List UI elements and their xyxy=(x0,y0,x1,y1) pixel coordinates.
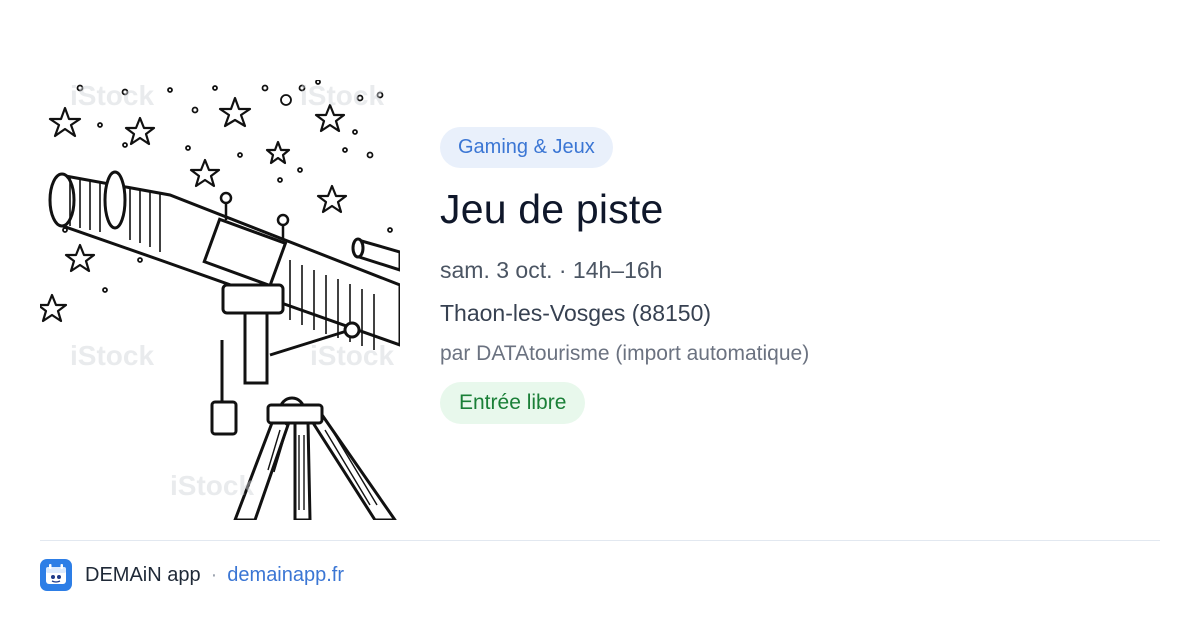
price-badge: Entrée libre xyxy=(440,382,586,424)
footer: DEMAiN app · demainapp.fr xyxy=(40,558,344,592)
svg-text:iStock: iStock xyxy=(70,340,154,371)
event-datetime: sam. 3 oct. · 14h–16h xyxy=(440,257,663,283)
svg-text:iStock: iStock xyxy=(70,80,154,111)
svg-text:iStock: iStock xyxy=(310,340,394,371)
event-image: iStock iStock iStock iStock iStock xyxy=(40,80,400,520)
footer-divider xyxy=(40,540,1160,541)
app-name: DEMAiN app xyxy=(85,563,201,586)
event-location: Thaon-les-Vosges (88150) xyxy=(440,300,712,326)
event-card[interactable]: iStock iStock iStock iStock iStock Gamin… xyxy=(40,80,1160,520)
app-link[interactable]: demainapp.fr xyxy=(227,564,344,587)
event-organizer: par DATAtourisme (import automatique) xyxy=(440,342,810,365)
event-title: Jeu de piste xyxy=(440,186,664,232)
telescope-illustration-icon: iStock iStock iStock iStock iStock xyxy=(40,80,400,520)
svg-text:iStock: iStock xyxy=(170,470,254,501)
footer-separator: · xyxy=(210,563,218,586)
svg-text:iStock: iStock xyxy=(300,80,384,111)
category-badge[interactable]: Gaming & Jeux xyxy=(440,127,613,168)
demain-app-icon[interactable] xyxy=(40,559,72,591)
event-info: Gaming & Jeux Jeu de piste sam. 3 oct. ·… xyxy=(440,127,1140,424)
